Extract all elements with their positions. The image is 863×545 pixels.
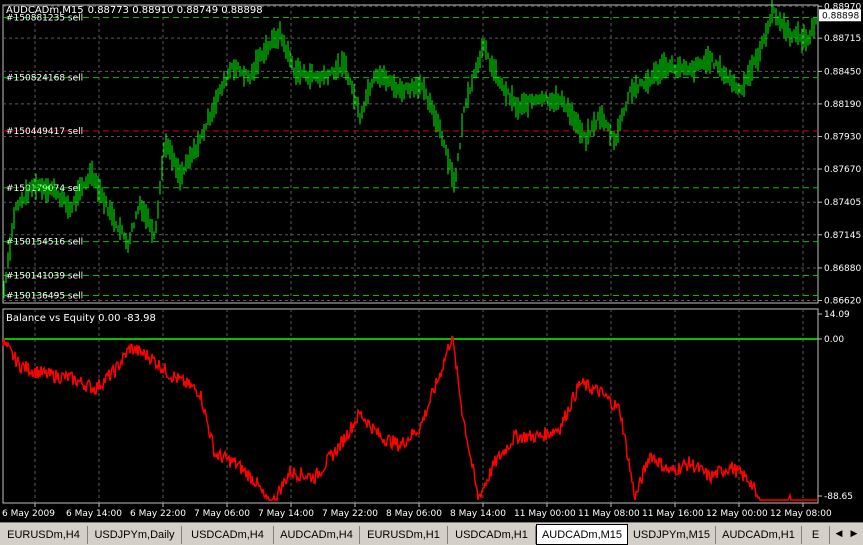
price-tick-label: 0.87930 bbox=[824, 132, 861, 142]
order-label: #150154516 sell bbox=[6, 238, 83, 248]
time-axis-label: 11 May 08:00 bbox=[578, 509, 640, 519]
time-axis-label: 11 May 00:00 bbox=[514, 509, 576, 519]
tab-audcadm-h1[interactable]: AUDCADm,H1 bbox=[716, 526, 802, 544]
tab-audcadm-h4[interactable]: AUDCADm,H4 bbox=[274, 526, 360, 544]
indicator-tick-label: 0.00 bbox=[824, 335, 844, 345]
equity-line bbox=[2, 335, 818, 502]
time-axis-label: 11 May 16:00 bbox=[642, 509, 704, 519]
tab-usdjpym-daily[interactable]: USDJPYm,Daily bbox=[88, 526, 182, 544]
current-price-label: 0.88898 bbox=[822, 11, 859, 21]
price-tick-label: 0.87145 bbox=[824, 231, 861, 241]
time-axis-label: 6 May 22:00 bbox=[130, 509, 186, 519]
time-axis-label: 12 May 00:00 bbox=[706, 509, 768, 519]
price-bars bbox=[3, 0, 817, 299]
indicator-title: Balance vs Equity 0.00 -83.98 bbox=[6, 313, 156, 324]
time-axis-label: 8 May 06:00 bbox=[386, 509, 442, 519]
time-axis-label: 7 May 22:00 bbox=[322, 509, 378, 519]
price-panel-frame bbox=[2, 4, 819, 304]
order-label: #150824168 sell bbox=[6, 74, 83, 84]
price-tick-label: 0.88450 bbox=[824, 67, 861, 77]
tab-usdjpym-m15[interactable]: USDJPYm,M15 bbox=[628, 526, 716, 544]
tab-eurusdm-h4[interactable]: EURUSDm,H4 bbox=[0, 526, 88, 544]
time-axis-label: 6 May 2009 bbox=[2, 509, 55, 519]
tab-usdcadm-h4[interactable]: USDCADm,H4 bbox=[182, 526, 274, 544]
price-tick-label: 0.88715 bbox=[824, 34, 861, 44]
order-label: #150136495 sell bbox=[6, 291, 83, 301]
price-tick-label: 0.87405 bbox=[824, 198, 861, 208]
time-axis-label: 12 May 08:00 bbox=[770, 509, 832, 519]
price-tick-label: 0.86620 bbox=[824, 296, 861, 306]
order-label: #150141039 sell bbox=[6, 271, 83, 281]
price-tick-label: 0.86880 bbox=[824, 264, 861, 274]
indicator-tick-label: 14.09 bbox=[824, 310, 850, 320]
chart-canvas[interactable]: #150881235 sell#150824168 sell#150449417… bbox=[0, 0, 863, 522]
time-axis-label: 8 May 14:00 bbox=[450, 509, 506, 519]
tab-audcadm-m15[interactable]: AUDCADm,M15 bbox=[536, 524, 628, 545]
tab-eurusdm-h1[interactable]: EURUSDm,H1 bbox=[360, 526, 448, 544]
arrow-right-icon[interactable]: ▶ bbox=[847, 527, 861, 541]
arrow-left-icon[interactable]: ◀ bbox=[832, 527, 846, 541]
time-axis-label: 6 May 14:00 bbox=[66, 509, 122, 519]
order-label: #150449417 sell bbox=[6, 127, 83, 137]
time-axis-label: 7 May 14:00 bbox=[258, 509, 314, 519]
chart-tabs-bar: EURUSDm,H4 USDJPYm,Daily USDCADm,H4 AUDCADm… bbox=[0, 522, 863, 545]
indicator-tick-label: -88.65 bbox=[824, 492, 853, 502]
price-tick-label: 0.87670 bbox=[824, 165, 861, 175]
order-label: #150179074 sell bbox=[6, 184, 83, 194]
price-tick-label: 0.88190 bbox=[824, 100, 861, 110]
time-axis-label: 7 May 06:00 bbox=[194, 509, 250, 519]
price-bars-path bbox=[3, 0, 817, 299]
chart-title: AUDCADm,M15 0.88773 0.88910 0.88749 0.888… bbox=[6, 5, 263, 16]
chart-area[interactable]: #150881235 sell #150824168 sell #150449417… bbox=[0, 0, 863, 522]
indicator-panel-frame bbox=[2, 308, 819, 504]
tab-e[interactable]: E bbox=[802, 526, 830, 544]
tab-usdcadm-h1[interactable]: USDCADm,H1 bbox=[448, 526, 536, 544]
